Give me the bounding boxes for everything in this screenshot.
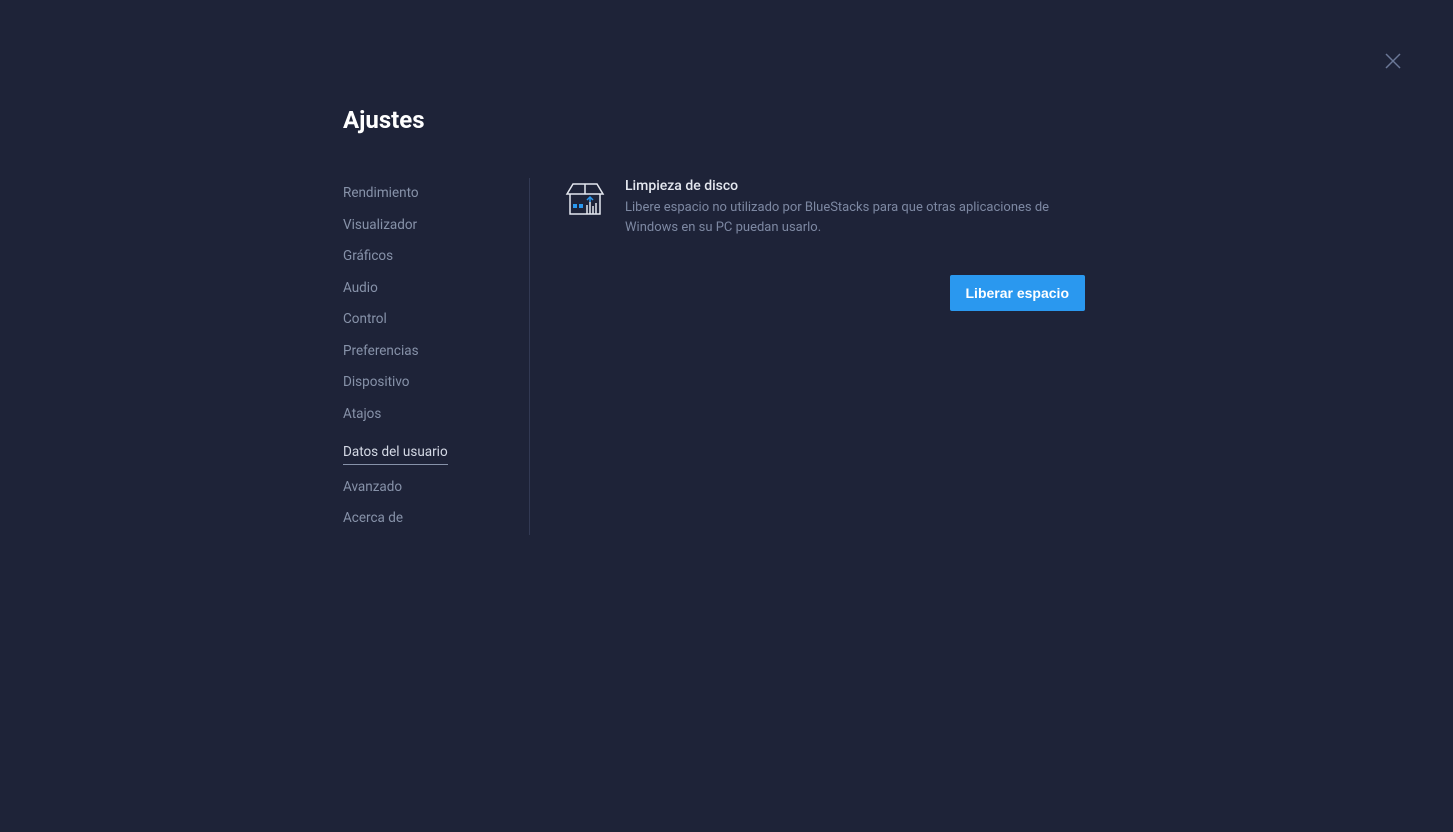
sidebar-item-preferencias[interactable]: Preferencias bbox=[343, 336, 509, 368]
disk-cleanup-icon bbox=[565, 180, 605, 220]
sidebar-item-audio[interactable]: Audio bbox=[343, 273, 509, 305]
content-wrapper: Rendimiento Visualizador Gráficos Audio … bbox=[343, 178, 1453, 535]
settings-container: Ajustes Rendimiento Visualizador Gráfico… bbox=[0, 0, 1453, 535]
card-description: Libere espacio no utilizado por BlueStac… bbox=[625, 198, 1085, 237]
disk-cleanup-card: Limpieza de disco Libere espacio no util… bbox=[565, 178, 1085, 237]
sidebar-item-avanzado[interactable]: Avanzado bbox=[343, 472, 509, 504]
sidebar-item-atajos[interactable]: Atajos bbox=[343, 399, 509, 431]
sidebar-item-control[interactable]: Control bbox=[343, 304, 509, 336]
card-title: Limpieza de disco bbox=[625, 178, 1085, 194]
action-row: Liberar espacio bbox=[565, 275, 1085, 311]
sidebar-item-rendimiento[interactable]: Rendimiento bbox=[343, 178, 509, 210]
sidebar-item-acerca-de[interactable]: Acerca de bbox=[343, 503, 509, 535]
close-icon bbox=[1385, 53, 1401, 69]
main-content: Limpieza de disco Libere espacio no util… bbox=[530, 178, 1085, 535]
page-title: Ajustes bbox=[343, 106, 1453, 134]
close-button[interactable] bbox=[1385, 53, 1401, 69]
sidebar-item-graficos[interactable]: Gráficos bbox=[343, 241, 509, 273]
sidebar: Rendimiento Visualizador Gráficos Audio … bbox=[343, 178, 529, 535]
free-space-button[interactable]: Liberar espacio bbox=[950, 275, 1086, 311]
sidebar-item-dispositivo[interactable]: Dispositivo bbox=[343, 367, 509, 399]
sidebar-item-datos-usuario[interactable]: Datos del usuario bbox=[343, 437, 448, 465]
sidebar-item-visualizador[interactable]: Visualizador bbox=[343, 210, 509, 242]
card-body: Limpieza de disco Libere espacio no util… bbox=[625, 178, 1085, 237]
